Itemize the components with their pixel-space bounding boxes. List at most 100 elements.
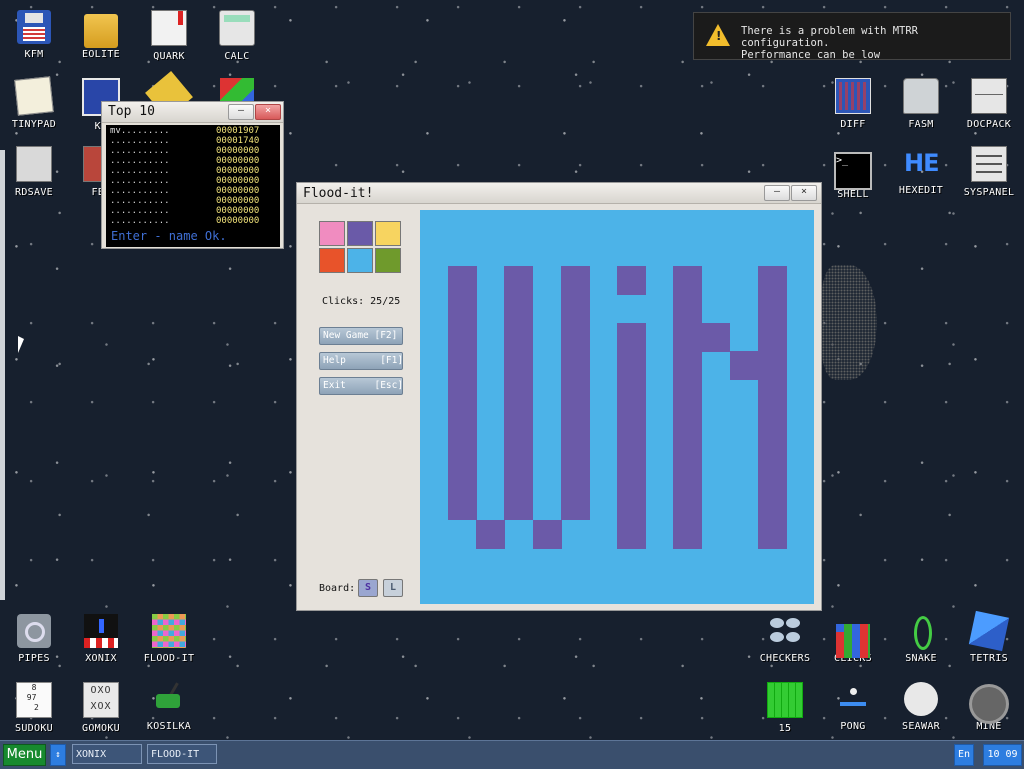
game-board[interactable] — [420, 210, 814, 604]
sudoku-icon: 8 97 2 — [16, 682, 52, 718]
highscore-score: 00000000 — [216, 176, 260, 186]
new-game-button[interactable]: New Game [F2] — [319, 327, 403, 345]
desktop-icon-calc[interactable]: CALC — [203, 10, 271, 62]
board-size-large-button[interactable]: L — [383, 579, 403, 597]
exit-button[interactable]: Exit [Esc] — [319, 377, 403, 395]
close-button[interactable]: × — [791, 185, 817, 201]
desktop-icon-snake[interactable]: SNAKE — [887, 614, 955, 664]
color-swatch-pink[interactable] — [319, 221, 345, 246]
board-cell — [673, 435, 703, 465]
desktop-icon-tetris[interactable]: TETRIS — [955, 610, 1023, 664]
taskbar-item-flood-it[interactable]: FLOOD-IT — [147, 744, 217, 764]
task-switch-icon[interactable]: ↕ — [50, 744, 66, 766]
desktop-icon-label: SHELL — [837, 189, 869, 200]
board-cell — [448, 463, 478, 493]
desktop-icon-pipes[interactable]: PIPES — [0, 614, 68, 664]
desktop-icon-quark[interactable]: QUARK — [135, 10, 203, 62]
highscore-name: ........... — [110, 166, 170, 176]
desktop-icon-label: TETRIS — [970, 653, 1008, 664]
board-cell — [729, 350, 759, 380]
desktop-icon-label: SUDOKU — [15, 723, 53, 734]
board-cell — [701, 322, 731, 352]
desktop-icon-label: FASM — [908, 119, 934, 130]
desktop-icon-flood-it[interactable]: FLOOD-IT — [135, 614, 203, 664]
desktop-icon-label: MINE — [976, 721, 1002, 732]
desktop-icon-label: EOLITE — [82, 49, 120, 60]
desktop-icon-label: PONG — [840, 721, 866, 732]
board-cell — [504, 463, 534, 493]
desktop-icon-seawar[interactable]: SEAWAR — [887, 682, 955, 732]
desktop-icon-gomoku[interactable]: OXO XOX GOMOKU — [67, 682, 135, 734]
board-cell — [560, 463, 590, 493]
minimize-button[interactable]: – — [764, 185, 790, 201]
board-cell — [673, 294, 703, 324]
board-cell — [448, 294, 478, 324]
color-swatch-green[interactable] — [375, 248, 401, 273]
desktop-icon-mine[interactable]: MINE — [955, 682, 1023, 732]
board-cell — [504, 491, 534, 521]
board-cell — [476, 519, 506, 549]
fifteen-puzzle-icon — [767, 682, 803, 718]
board-cell — [673, 463, 703, 493]
terminal-icon: >_ — [834, 152, 872, 190]
desktop-icon-eolite[interactable]: EOLITE — [67, 10, 135, 60]
desktop-icon-checkers[interactable]: CHECKERS — [751, 614, 819, 664]
desktop-icon-label: CHECKERS — [759, 653, 811, 664]
pong-icon — [836, 682, 870, 716]
close-button[interactable]: × — [255, 104, 281, 120]
desktop-icon-pong[interactable]: PONG — [819, 682, 887, 732]
desktop-icon-label: DOCPACK — [966, 119, 1012, 130]
desktop-icon-hexedit[interactable]: HE HEXEDIT — [887, 146, 955, 196]
desktop-icon-label: KOSILKA — [146, 721, 192, 732]
desktop-icon-shell[interactable]: >_ SHELL — [819, 146, 887, 200]
desktop-icon-diff[interactable]: DIFF — [819, 78, 887, 130]
desktop-icon-xonix[interactable]: XONIX — [67, 614, 135, 664]
pipes-icon — [17, 614, 51, 648]
board-cell — [617, 435, 646, 465]
clicks-icon — [836, 624, 870, 658]
top10-titlebar[interactable]: Top 10 – × — [102, 102, 283, 123]
desktop-icon-rdsave[interactable]: RDSAVE — [0, 146, 68, 198]
color-swatch-purple[interactable] — [347, 221, 373, 246]
board-cell — [504, 378, 534, 408]
desktop-icon-docpack[interactable]: DOCPACK — [955, 78, 1023, 130]
desktop-icon-kfm[interactable]: KFM — [0, 10, 68, 60]
board-cell — [673, 378, 703, 408]
board-cell — [560, 435, 590, 465]
desktop-icon-label: TINYPAD — [11, 119, 57, 130]
highscore-score: 00000000 — [216, 166, 260, 176]
board-size-small-button[interactable]: S — [358, 579, 378, 597]
color-swatch-blue[interactable] — [347, 248, 373, 273]
language-indicator[interactable]: En — [954, 744, 974, 766]
clock[interactable]: 10 09 — [983, 744, 1022, 766]
checkers-icon — [768, 614, 802, 648]
highscore-name: ........... — [110, 216, 170, 226]
board-cell — [757, 491, 787, 521]
flood-it-titlebar[interactable]: Flood-it! – × — [297, 183, 821, 204]
window-title: Flood-it! — [303, 186, 374, 201]
desktop-icon-sudoku[interactable]: 8 97 2 SUDOKU — [0, 682, 68, 734]
notepad-icon — [14, 76, 54, 116]
highscore-name: mv......... — [110, 126, 170, 136]
color-swatch-orange[interactable] — [319, 248, 345, 273]
board-cell — [673, 266, 703, 296]
board-cell — [673, 407, 703, 436]
cabinet-icon — [971, 78, 1007, 114]
board-cell — [757, 519, 787, 549]
color-swatch-yellow[interactable] — [375, 221, 401, 246]
mtrr-notification[interactable]: ! There is a problem with MTRR configura… — [693, 12, 1011, 61]
help-button[interactable]: Help [F1] — [319, 352, 403, 370]
taskbar-item-xonix[interactable]: XONIX — [72, 744, 142, 764]
desktop-icon-fasm[interactable]: FASM — [887, 78, 955, 130]
board-cell — [448, 266, 478, 296]
desktop-icon-kosilka[interactable]: KOSILKA — [135, 682, 203, 732]
desktop-icon-tinypad[interactable]: TINYPAD — [0, 76, 68, 130]
desktop-icon-15[interactable]: 15 — [751, 682, 819, 734]
minimize-button[interactable]: – — [228, 104, 254, 120]
top10-window: Top 10 – × mv......... 00001907 .........… — [101, 101, 284, 249]
desktop-icon-clicks[interactable]: CLICKS — [819, 614, 887, 664]
board-size-label: Board: — [319, 583, 356, 594]
desktop-icon-syspanel[interactable]: SYSPANEL — [955, 146, 1023, 198]
name-entry-prompt[interactable]: Enter - name Ok. — [111, 229, 227, 243]
menu-button[interactable]: Menu — [3, 744, 46, 766]
